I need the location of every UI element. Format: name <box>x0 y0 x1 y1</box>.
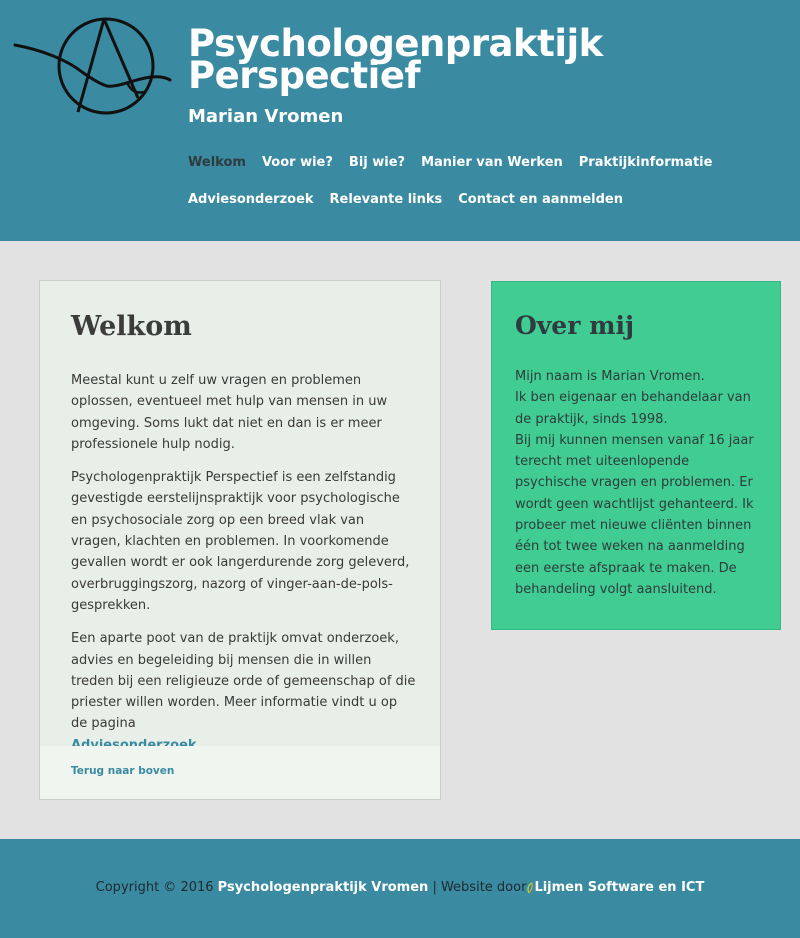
card-footer: Terug naar boven <box>40 746 440 799</box>
about-line-owner: Ik ben eigenaar en behandelaar van de pr… <box>515 390 751 427</box>
nav-item-relevante-links[interactable]: Relevante links <box>330 189 443 211</box>
paragraph-research: Een aparte poot van de praktijk omvat on… <box>71 628 416 756</box>
nav-item-contact[interactable]: Contact en aanmelden <box>458 189 623 211</box>
about-line-name: Mijn naam is Marian Vromen. <box>515 369 705 384</box>
paragraph-research-text: Een aparte poot van de praktijk omvat on… <box>71 631 416 732</box>
copyright-text: Copyright © 2016 <box>95 880 214 895</box>
nav-item-bij-wie[interactable]: Bij wie? <box>349 152 405 174</box>
nav-row-1: Welkom Voor wie? Bij wie? Manier van Wer… <box>188 152 788 174</box>
paragraph-practice: Psychologenpraktijk Perspectief is een z… <box>71 470 410 613</box>
site-title[interactable]: Psychologenpraktijk Perspectief <box>188 25 788 94</box>
nav-row-2: Adviesonderzoek Relevante links Contact … <box>188 189 788 211</box>
company-link[interactable]: Lijmen Software en ICT <box>534 880 704 895</box>
site-header: Psychologenpraktijk Perspectief Marian V… <box>0 0 800 241</box>
main-navigation: Welkom Voor wie? Bij wie? Manier van Wer… <box>188 152 788 226</box>
nav-item-adviesonderzoek[interactable]: Adviesonderzoek <box>188 189 314 211</box>
seagull-circle-logo[interactable] <box>12 12 174 118</box>
footer-separator: | <box>432 880 437 895</box>
page-title: Welkom <box>71 311 192 342</box>
nav-item-praktijkinformatie[interactable]: Praktijkinformatie <box>579 152 713 174</box>
nav-item-welkom[interactable]: Welkom <box>188 152 246 174</box>
back-to-top-link[interactable]: Terug naar boven <box>71 765 174 777</box>
nav-item-manier-van-werken[interactable]: Manier van Werken <box>421 152 563 174</box>
nav-item-voor-wie[interactable]: Voor wie? <box>262 152 333 174</box>
website-by-text: Website door <box>440 880 527 895</box>
about-title: Over mij <box>515 311 635 340</box>
welcome-card: Welkom Meestal kunt u zelf uw vragen en … <box>39 280 441 800</box>
footer-line: Copyright © 2016 Psychologenpraktijk Vro… <box>0 880 800 895</box>
welcome-content: Meestal kunt u zelf uw vragen en problem… <box>71 370 416 768</box>
site-footer: Copyright © 2016 Psychologenpraktijk Vro… <box>0 839 800 938</box>
paragraph-intro: Meestal kunt u zelf uw vragen en problem… <box>71 373 388 452</box>
about-content: Mijn naam is Marian Vromen. Ik ben eigen… <box>515 366 763 600</box>
about-me-card: Over mij Mijn naam is Marian Vromen. Ik … <box>491 281 781 630</box>
practice-link[interactable]: Psychologenpraktijk Vromen <box>218 880 429 895</box>
about-line-details: Bij mij kunnen mensen vanaf 16 jaar tere… <box>515 432 754 597</box>
site-subtitle: Marian Vromen <box>188 106 344 127</box>
